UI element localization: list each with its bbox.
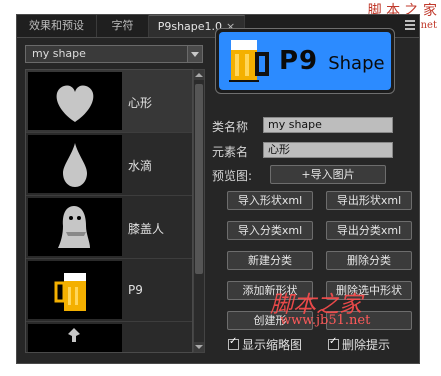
delete-prompt-checkbox[interactable]: 删除提示 — [328, 336, 390, 353]
tab-character[interactable]: 字符 — [97, 15, 149, 37]
drop-thumbnail — [28, 135, 122, 193]
import-shape-xml-button[interactable]: 导入形状xml — [227, 191, 313, 210]
scroll-thumb[interactable] — [195, 84, 203, 274]
category-dropdown-value: my shape — [32, 47, 86, 60]
list-item-knee-man[interactable]: 膝盖人 — [26, 196, 192, 259]
logo-text-shape: Shape — [328, 53, 385, 74]
item-label-drop: 水滴 — [128, 159, 153, 173]
preview-label: 预览图: — [212, 169, 253, 183]
new-category-button[interactable]: 新建分类 — [227, 251, 313, 270]
category-name-label: 类名称 — [212, 120, 249, 134]
tab-p9shape-label: P9shape1.0 — [157, 20, 223, 33]
knee-man-thumbnail — [28, 198, 122, 256]
p9shape-logo: P9 Shape — [219, 32, 391, 90]
heart-thumbnail — [28, 72, 122, 130]
import-image-button[interactable]: +导入图片 — [270, 165, 386, 184]
export-category-xml-button[interactable]: 导出分类xml — [326, 221, 412, 240]
p9-thumbnail — [28, 261, 122, 319]
watermark-overlay: 脚本之家 www.jb51.net — [270, 285, 370, 328]
list-item-heart[interactable]: 心形 — [26, 70, 192, 133]
category-dropdown[interactable]: my shape — [25, 45, 203, 63]
tab-effects-presets[interactable]: 效果和预设 — [17, 15, 97, 37]
logo-text: P9 Shape — [279, 46, 385, 76]
list-item-drop[interactable]: 水滴 — [26, 133, 192, 196]
scroll-up-icon[interactable] — [194, 70, 204, 80]
list-item-p9[interactable]: P9 — [26, 259, 192, 322]
partial-thumbnail — [28, 324, 122, 352]
shape-list: 心形 水滴 膝盖人 P9 — [25, 69, 193, 353]
element-name-label: 元素名 — [212, 145, 249, 159]
list-scrollbar[interactable] — [193, 69, 205, 353]
import-category-xml-button[interactable]: 导入分类xml — [227, 221, 313, 240]
panel-menu-icon[interactable] — [405, 20, 415, 30]
list-item-partial[interactable] — [26, 322, 192, 352]
delete-prompt-label: 删除提示 — [342, 338, 391, 352]
checkbox-icon[interactable] — [228, 336, 239, 350]
element-name-input[interactable]: 心形 — [263, 142, 393, 158]
preview-logo-frame: P9 Shape — [215, 28, 395, 94]
export-shape-xml-button[interactable]: 导出形状xml — [326, 191, 412, 210]
chevron-down-icon[interactable] — [187, 46, 202, 62]
show-thumbnails-checkbox[interactable]: 显示缩略图 — [228, 336, 302, 353]
item-label-knee-man: 膝盖人 — [128, 222, 165, 236]
watermark-overlay-url: www.jb51.net — [280, 313, 371, 328]
show-thumbnails-label: 显示缩略图 — [242, 338, 303, 352]
category-name-input[interactable]: my shape — [263, 117, 393, 133]
item-label-heart: 心形 — [128, 96, 153, 110]
beer-mug-icon — [229, 40, 269, 82]
scroll-down-icon[interactable] — [194, 342, 204, 352]
logo-text-p9: P9 — [279, 46, 319, 76]
delete-category-button[interactable]: 删除分类 — [326, 251, 412, 270]
checkbox-icon[interactable] — [328, 336, 339, 350]
item-label-p9: P9 — [128, 283, 143, 297]
